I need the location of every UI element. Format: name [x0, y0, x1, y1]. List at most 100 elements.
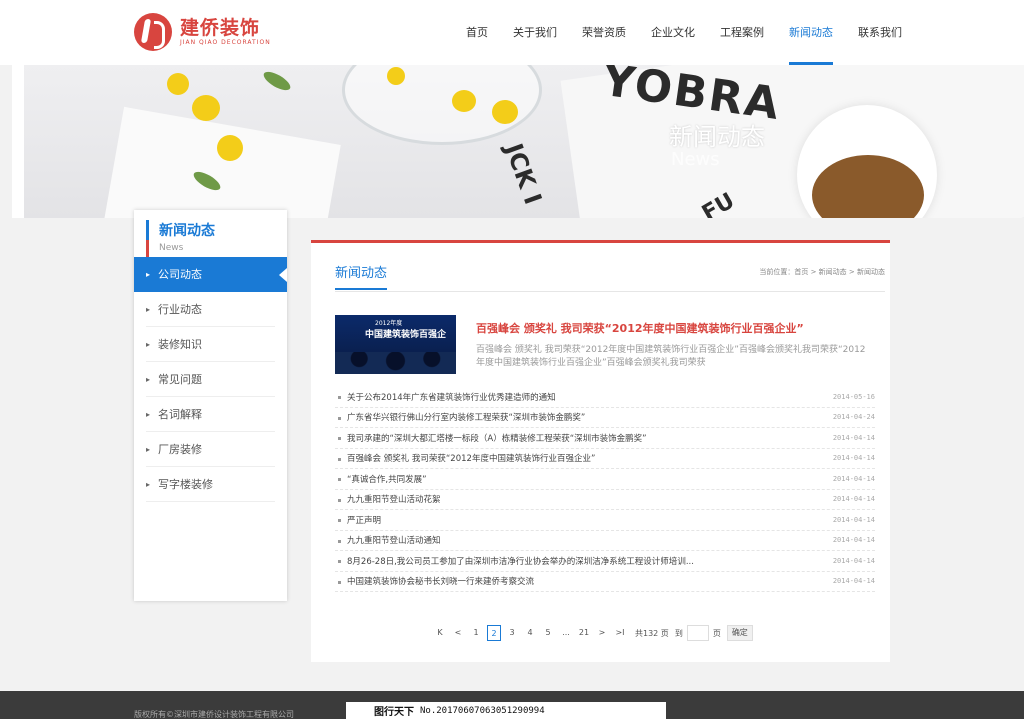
- page-ellipsis: ...: [562, 628, 570, 637]
- news-date: 2014-04-14: [832, 474, 875, 483]
- page-link-5[interactable]: 5: [541, 625, 555, 641]
- content-title: 新闻动态: [335, 262, 388, 290]
- sidebar-menu: 公司动态 行业动态 装修知识 常见问题 名词解释 厂房装修 写字楼装修: [134, 257, 287, 502]
- featured-news: 2012年度 中国建筑装饰百强企 百强峰会 颁奖礼 我司荣获“2012年度中国建…: [335, 315, 875, 375]
- goto-confirm-button[interactable]: 确定: [726, 625, 753, 641]
- news-date: 2014-04-14: [832, 577, 875, 586]
- flower-decor: [192, 95, 220, 121]
- watermark-bar: 图行天下 No.20170607063051290994: [346, 702, 666, 719]
- page-link-3[interactable]: 3: [505, 625, 519, 641]
- content-header: 新闻动态 当前位置：首页 > 新闻动态 > 新闻动态: [335, 262, 885, 292]
- sidebar-header: 新闻动态 News: [146, 220, 215, 258]
- nav-item-about[interactable]: 关于我们: [513, 0, 557, 65]
- sidebar-item-glossary[interactable]: 名词解释: [146, 397, 275, 432]
- banner-paper-decor: [103, 106, 341, 218]
- featured-image-crowd: [335, 352, 456, 374]
- news-date: 2014-04-14: [832, 536, 875, 545]
- banner-subtitle: News: [671, 149, 720, 170]
- featured-image[interactable]: 2012年度 中国建筑装饰百强企: [335, 315, 456, 374]
- total-pages: 共132 页: [635, 628, 669, 638]
- list-item[interactable]: 关于公布2014年广东省建筑装饰行业优秀建造师的通知 2014-05-16: [335, 387, 875, 408]
- list-item[interactable]: 8月26-28日,我公司员工参加了由深圳市洁净行业协会举办的深圳洁净系统工程设计…: [335, 551, 875, 572]
- page-link-4[interactable]: 4: [523, 625, 537, 641]
- flower-decor: [387, 67, 405, 85]
- goto-unit: 页: [712, 628, 721, 638]
- featured-title[interactable]: 百强峰会 颁奖礼 我司荣获“2012年度中国建筑装饰行业百强企业”: [476, 320, 804, 336]
- logo-english: JIAN QIAO DECORATION: [180, 39, 271, 46]
- page-link-1[interactable]: 1: [469, 625, 483, 641]
- news-title[interactable]: “真诚合作,共同发展”: [347, 473, 427, 485]
- site-header: 建侨装饰 JIAN QIAO DECORATION 首页 关于我们 荣誉资质 企…: [0, 0, 1024, 65]
- main-nav: 首页 关于我们 荣誉资质 企业文化 工程案例 新闻动态 联系我们: [441, 0, 902, 65]
- nav-item-contact[interactable]: 联系我们: [858, 0, 902, 65]
- list-item[interactable]: 九九重阳节登山活动通知 2014-04-14: [335, 531, 875, 551]
- banner-print-word-2: JCK I: [499, 139, 548, 209]
- banner-edge: [12, 65, 24, 218]
- flower-decor: [452, 90, 476, 112]
- list-item[interactable]: 百强峰会 颁奖礼 我司荣获“2012年度中国建筑装饰行业百强企业” 2014-04…: [335, 449, 875, 469]
- main-content: 新闻动态 当前位置：首页 > 新闻动态 > 新闻动态 2012年度 中国建筑装饰…: [311, 240, 890, 662]
- news-date: 2014-04-14: [832, 433, 875, 442]
- logo-name: 建侨装饰: [180, 17, 261, 39]
- logo-text: 建侨装饰 JIAN QIAO DECORATION: [180, 17, 271, 47]
- flower-decor: [492, 100, 518, 124]
- nav-item-honors[interactable]: 荣誉资质: [582, 0, 626, 65]
- nav-item-culture[interactable]: 企业文化: [651, 0, 695, 65]
- news-title[interactable]: 九九重阳节登山活动通知: [347, 534, 441, 546]
- banner-title: 新闻动态: [669, 123, 765, 151]
- logo[interactable]: 建侨装饰 JIAN QIAO DECORATION: [134, 12, 271, 52]
- watermark-brand: 图行天下: [374, 707, 414, 718]
- featured-image-caption-1: 2012年度: [375, 320, 403, 327]
- list-item[interactable]: 严正声明 2014-04-14: [335, 510, 875, 531]
- news-date: 2014-04-14: [832, 556, 875, 565]
- sidebar-item-decoration-knowledge[interactable]: 装修知识: [146, 327, 275, 362]
- news-date: 2014-04-14: [832, 454, 875, 463]
- goto-page-input[interactable]: [686, 625, 709, 641]
- news-list: 关于公布2014年广东省建筑装饰行业优秀建造师的通知 2014-05-16 广东省…: [335, 387, 875, 592]
- news-title[interactable]: 九九重阳节登山活动花絮: [347, 493, 441, 505]
- news-date: 2014-05-16: [832, 392, 875, 401]
- list-item[interactable]: 中国建筑装饰协会秘书长刘晓一行来建侨考察交流 2014-04-14: [335, 572, 875, 592]
- page-link-2[interactable]: 2: [487, 625, 501, 641]
- flower-decor: [217, 135, 243, 161]
- list-item[interactable]: “真诚合作,共同发展” 2014-04-14: [335, 469, 875, 490]
- logo-mark-icon: [134, 13, 172, 51]
- watermark-id: No.20170607063051290994: [420, 705, 545, 716]
- prev-page-button[interactable]: <: [451, 625, 465, 641]
- news-title[interactable]: 我司承建的“深圳大都汇塔楼一标段（A）栋精装修工程荣获“深圳市装饰金鹏奖”: [347, 432, 647, 444]
- breadcrumb[interactable]: 当前位置：首页 > 新闻动态 > 新闻动态: [759, 267, 885, 277]
- sidebar-item-company-news[interactable]: 公司动态: [134, 257, 287, 292]
- sidebar-item-industry-news[interactable]: 行业动态: [146, 292, 275, 327]
- sidebar: 新闻动态 News 公司动态 行业动态 装修知识 常见问题 名词解释 厂房装修 …: [134, 210, 287, 601]
- list-item[interactable]: 九九重阳节登山活动花絮 2014-04-14: [335, 490, 875, 510]
- page-banner: YOBRA JCK I FU 新闻动态 News: [12, 65, 1024, 218]
- pagination: K < 1 2 3 4 5 ... 21 > >I 共132 页 到 页 确定: [431, 625, 753, 641]
- nav-item-cases[interactable]: 工程案例: [720, 0, 764, 65]
- last-page-button[interactable]: >I: [613, 625, 627, 641]
- sidebar-item-faq[interactable]: 常见问题: [146, 362, 275, 397]
- leaf-decor: [261, 68, 293, 94]
- news-title[interactable]: 广东省华兴银行佛山分行室内装修工程荣获“深圳市装饰金鹏奖”: [347, 411, 585, 423]
- featured-image-caption-2: 中国建筑装饰百强企: [365, 330, 447, 340]
- first-page-button[interactable]: K: [433, 625, 447, 641]
- sidebar-item-factory-decoration[interactable]: 厂房装修: [146, 432, 275, 467]
- next-page-button[interactable]: >: [595, 625, 609, 641]
- nav-item-news[interactable]: 新闻动态: [789, 0, 833, 65]
- featured-description: 百强峰会 颁奖礼 我司荣获“2012年度中国建筑装饰行业百强企业”百强峰会颁奖礼…: [476, 345, 866, 368]
- news-date: 2014-04-14: [832, 515, 875, 524]
- news-title[interactable]: 严正声明: [347, 514, 381, 526]
- news-title[interactable]: 关于公布2014年广东省建筑装饰行业优秀建造师的通知: [347, 391, 556, 403]
- news-title[interactable]: 8月26-28日,我公司员工参加了由深圳市洁净行业协会举办的深圳洁净系统工程设计…: [347, 555, 694, 567]
- flower-decor: [167, 73, 189, 95]
- sidebar-title: 新闻动态: [159, 223, 215, 239]
- goto-label: 到: [674, 628, 683, 638]
- news-title[interactable]: 中国建筑装饰协会秘书长刘晓一行来建侨考察交流: [347, 575, 534, 587]
- nav-item-home[interactable]: 首页: [466, 0, 488, 65]
- list-item[interactable]: 我司承建的“深圳大都汇塔楼一标段（A）栋精装修工程荣获“深圳市装饰金鹏奖” 201…: [335, 428, 875, 449]
- sidebar-subtitle: News: [159, 243, 184, 253]
- list-item[interactable]: 广东省华兴银行佛山分行室内装修工程荣获“深圳市装饰金鹏奖” 2014-04-24: [335, 408, 875, 428]
- news-date: 2014-04-24: [832, 413, 875, 422]
- page-link-21[interactable]: 21: [577, 625, 591, 641]
- news-title[interactable]: 百强峰会 颁奖礼 我司荣获“2012年度中国建筑装饰行业百强企业”: [347, 452, 595, 464]
- sidebar-item-office-decoration[interactable]: 写字楼装修: [146, 467, 275, 502]
